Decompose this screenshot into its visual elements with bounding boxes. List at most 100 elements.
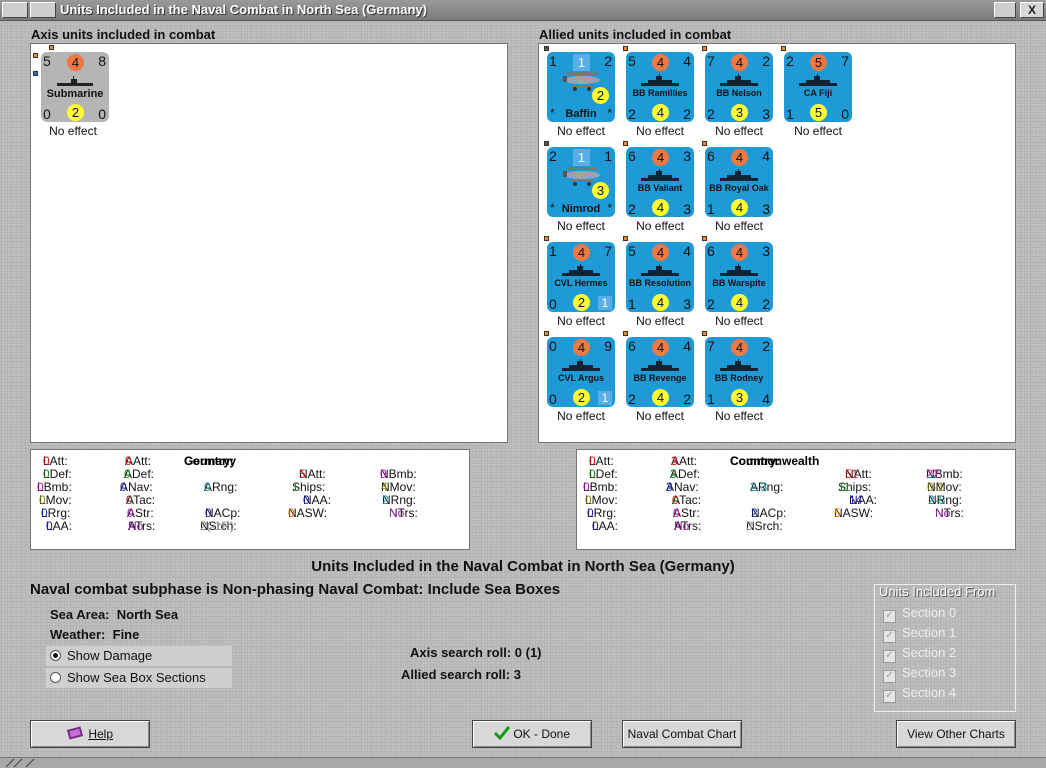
unit-counter[interactable]: 1 1 2 2 * Baffin * xyxy=(547,52,615,122)
checkbox-icon[interactable]: ✓ xyxy=(883,670,896,683)
allied-search-roll: Allied search roll: 3 xyxy=(401,667,521,682)
counter-value: 2 xyxy=(707,296,715,312)
checkbox-icon[interactable]: ✓ xyxy=(883,690,896,703)
stat-nmov: 0-1 xyxy=(927,480,945,494)
counter-value: 4 xyxy=(731,54,748,71)
window-title: Units Included in the Naval Combat in No… xyxy=(60,2,427,17)
axis-units-panel: 5 4 8 Submarine 0 2 0 No effect xyxy=(30,43,508,443)
counter-value: 0 xyxy=(98,106,106,122)
counter-value: 0 xyxy=(549,296,557,312)
stat-arng: 2-3 xyxy=(750,480,768,494)
section-3-checkbox[interactable]: ✓ Section 3 xyxy=(883,665,956,683)
unit-counter[interactable]: 6 4 3 BB Valiant 2 4 3 xyxy=(626,147,694,217)
unit-marker xyxy=(33,71,38,76)
counter-value: 4 xyxy=(731,199,748,216)
help-button[interactable]: Help xyxy=(30,720,150,748)
stat-ntrs: No xyxy=(389,506,405,520)
counter-value: 4 xyxy=(652,149,669,166)
counter-value: 6 xyxy=(628,148,636,164)
sections-header: Units Included From xyxy=(879,584,996,599)
checkbox-icon[interactable]: ✓ xyxy=(883,650,896,663)
unit-counter[interactable]: 6 4 4 BB Revenge 2 4 2 xyxy=(626,337,694,407)
unit-counter[interactable]: 5 4 4 BB Resolution 1 4 3 xyxy=(626,242,694,312)
checkbox-icon[interactable]: ✓ xyxy=(883,610,896,623)
ok-done-button[interactable]: OK - Done xyxy=(472,720,592,748)
section-4-checkbox[interactable]: ✓ Section 4 xyxy=(883,685,956,703)
unit-counter-submarine[interactable]: 5 4 8 Submarine 0 2 0 xyxy=(41,52,109,122)
unit-counter[interactable]: 2 5 7 CA Fiji 1 5 0 xyxy=(784,52,852,122)
option-label: Show Sea Box Sections xyxy=(67,670,206,685)
weather-label: Weather: xyxy=(50,627,106,642)
stat-nsrch: 2(-1R) xyxy=(200,519,235,533)
stat-anav: 0 xyxy=(120,480,127,494)
stat-adef: 3 xyxy=(670,467,677,481)
unit-counter[interactable]: 0 4 9 CVL Argus 0 2 1 xyxy=(547,337,615,407)
unit-counter[interactable]: 7 4 2 BB Nelson 2 3 3 xyxy=(705,52,773,122)
counter-value: 4 xyxy=(573,339,590,356)
counter-value: 4 xyxy=(652,104,669,121)
minimize-button[interactable] xyxy=(30,2,56,18)
unit-counter[interactable]: 7 4 2 BB Rodney 1 3 4 xyxy=(705,337,773,407)
unit-name: BB Resolution xyxy=(629,278,691,288)
counter-value: 6 xyxy=(707,148,715,164)
status-bar xyxy=(0,757,1046,768)
section-0-checkbox[interactable]: ✓ Section 0 xyxy=(883,605,956,623)
stat-lmov: 0 xyxy=(585,493,592,507)
counter-value: 4 xyxy=(683,243,691,259)
unit-marker xyxy=(623,46,628,51)
unit-name: Nimrod xyxy=(561,203,601,215)
close-button[interactable]: X xyxy=(1020,2,1044,18)
unit-counter[interactable]: 1 4 7 CVL Hermes 0 2 1 xyxy=(547,242,615,312)
counter-value: 4 xyxy=(652,244,669,261)
unit-counter[interactable]: 6 4 4 BB Royal Oak 1 4 3 xyxy=(705,147,773,217)
unit-marker xyxy=(33,53,38,58)
view-other-charts-button[interactable]: View Other Charts xyxy=(896,720,1016,748)
unit-counter[interactable]: 6 4 3 BB Warspite 2 4 2 xyxy=(705,242,773,312)
counter-value: 5 xyxy=(628,53,636,69)
counter-value: 0 xyxy=(549,338,557,354)
counter-value: 4 xyxy=(573,244,590,261)
counter-value: 2 xyxy=(762,338,770,354)
stat-nbmb: 0 xyxy=(380,467,387,481)
counter-value: 1 xyxy=(549,243,557,259)
section-2-checkbox[interactable]: ✓ Section 2 xyxy=(883,645,956,663)
show-damage-option[interactable]: Show Damage xyxy=(46,646,232,666)
stat-atrs: No xyxy=(128,519,144,533)
show-sea-box-option[interactable]: Show Sea Box Sections xyxy=(46,668,232,688)
checkbox-icon[interactable]: ✓ xyxy=(883,630,896,643)
section-label: Section 4 xyxy=(902,685,957,700)
option-label: Show Damage xyxy=(67,648,153,663)
unit-effect: No effect xyxy=(636,314,684,328)
unit-counter[interactable]: 5 4 4 BB Ramillies 2 4 2 xyxy=(626,52,694,122)
section-1-checkbox[interactable]: ✓ Section 1 xyxy=(883,625,956,643)
unit-name: BB Warspite xyxy=(712,278,766,288)
radio-unselected-icon[interactable] xyxy=(50,672,61,683)
stat-arng: 0 xyxy=(204,480,211,494)
counter-value: 3 xyxy=(731,389,748,406)
counter-value: 2 xyxy=(628,201,636,217)
unit-marker xyxy=(544,141,549,146)
stat-nasw: 5 xyxy=(834,506,841,520)
counter-value: 9 xyxy=(604,338,612,354)
maximize-button[interactable] xyxy=(994,2,1016,18)
stat-nmov: 4 xyxy=(381,480,388,494)
stat-nsrch: 3 xyxy=(746,519,753,533)
unit-counter[interactable]: 2 1 1 3 * Nimrod * xyxy=(547,147,615,217)
stat-adef: 0 xyxy=(124,467,131,481)
checkmark-icon xyxy=(493,726,511,741)
unit-name: CA Fiji xyxy=(803,88,833,98)
unit-effect: No effect xyxy=(715,124,763,138)
counter-value: 5 xyxy=(43,53,51,69)
submarine-icon xyxy=(57,76,93,86)
counter-value: 3 xyxy=(683,148,691,164)
main-title: Units Included in the Naval Combat in No… xyxy=(311,558,735,575)
naval-combat-chart-button[interactable]: Naval Combat Chart xyxy=(622,720,742,748)
counter-value: 2 xyxy=(762,53,770,69)
system-menu-button[interactable] xyxy=(2,2,28,18)
stat-aatt: 3 xyxy=(671,454,678,468)
radio-selected-icon[interactable] xyxy=(50,650,61,661)
axis-search-roll: Axis search roll: 0 (1) xyxy=(410,645,542,660)
unit-marker xyxy=(544,236,549,241)
counter-value: 0 xyxy=(841,106,849,122)
sea-area-info: Sea Area: North Sea xyxy=(50,607,178,622)
